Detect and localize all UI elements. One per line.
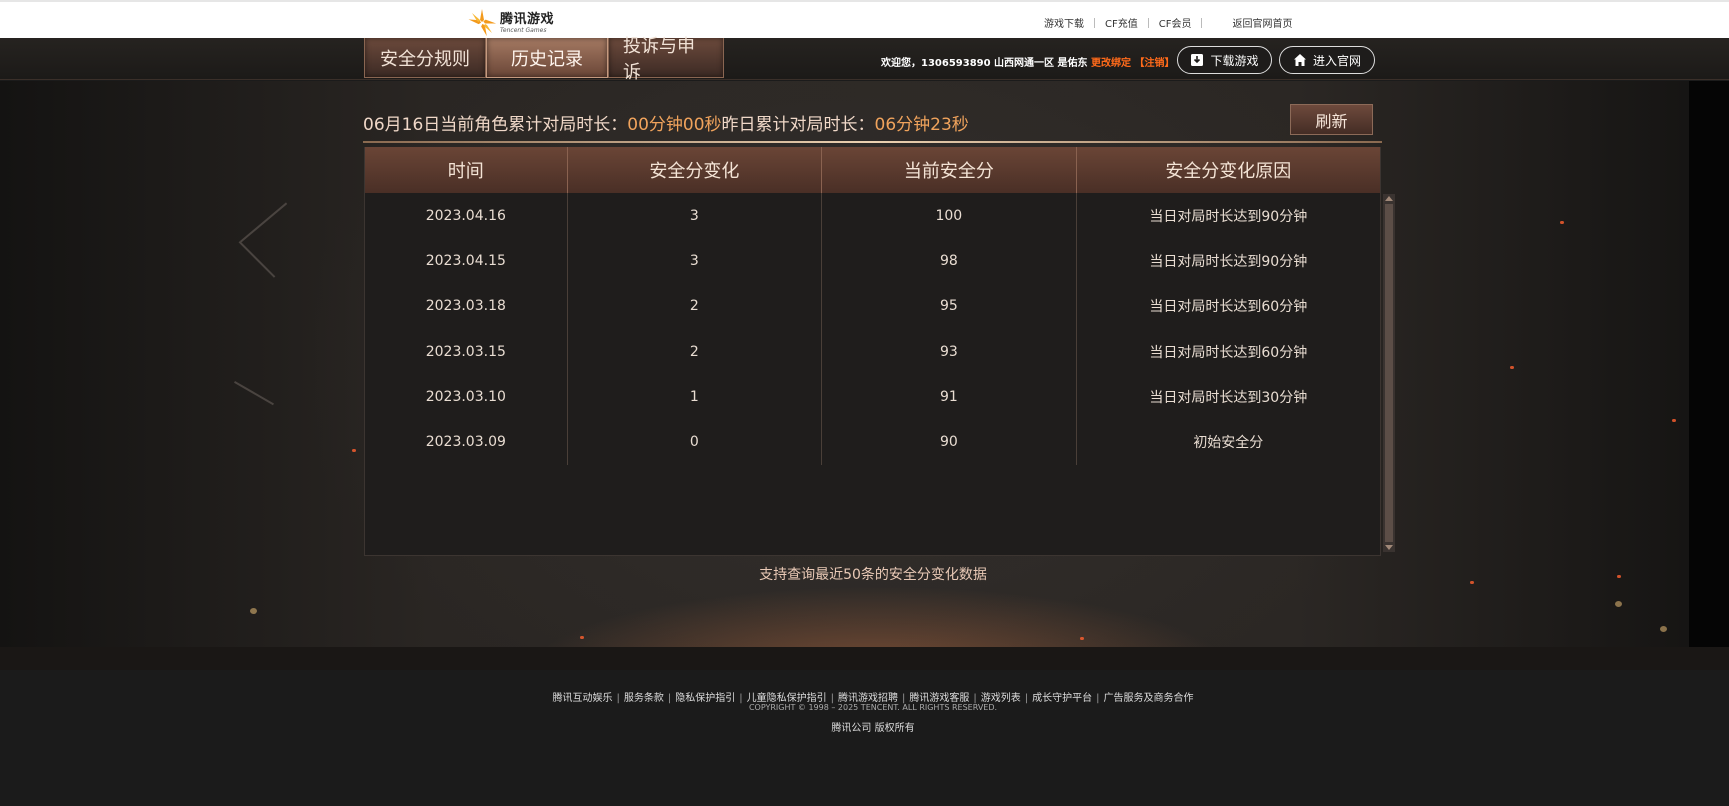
divider xyxy=(1147,17,1149,28)
cell-current-score: 98 xyxy=(822,238,1077,284)
tab-appeal[interactable]: 投诉与申诉 xyxy=(608,36,724,83)
cell-time: 2023.04.15 xyxy=(365,238,568,284)
yesterday-duration: 06分钟23秒 xyxy=(874,115,969,135)
scroll-down-arrow-icon[interactable] xyxy=(1385,545,1393,550)
table-row: 2023.04.15 3 98 当日对局时长达到90分钟 xyxy=(365,238,1380,284)
table-scrollbar[interactable] xyxy=(1383,194,1395,552)
nav-bar: 安全分规则 历史记录 投诉与申诉 欢迎您，1306593890 山西网通一区 是… xyxy=(0,36,1729,83)
tab-rules[interactable]: 安全分规则 xyxy=(364,38,486,78)
rights-reserved: 腾讯公司 版权所有 xyxy=(831,723,915,734)
table-row: 2023.03.15 2 93 当日对局时长达到60分钟 xyxy=(365,328,1380,375)
tab-bar: 安全分规则 历史记录 投诉与申诉 xyxy=(364,36,724,83)
cell-current-score: 100 xyxy=(822,193,1077,239)
user-info: 欢迎您，1306593890 山西网通一区 是佑东 更改绑定 【注销】 xyxy=(881,54,1175,69)
divider xyxy=(1094,17,1095,28)
download-game-button[interactable]: 下载游戏 xyxy=(1177,46,1272,74)
background-decoration xyxy=(240,202,288,243)
spark xyxy=(1560,221,1564,224)
cell-current-score: 95 xyxy=(822,283,1077,329)
download-icon xyxy=(1191,54,1204,66)
scroll-thumb[interactable] xyxy=(1385,204,1393,542)
logo-star-icon xyxy=(468,9,497,37)
divider-line xyxy=(363,141,1382,143)
refresh-button[interactable]: 刷新 xyxy=(1290,104,1373,135)
right-edge xyxy=(1689,81,1729,647)
spark xyxy=(1660,626,1667,632)
table-header: 时间 安全分变化 当前安全分 安全分变化原因 xyxy=(365,147,1380,193)
cell-score-change: 2 xyxy=(568,283,823,329)
welcome-text: 欢迎您，1306593890 山西网通一区 是佑东 xyxy=(881,58,1088,69)
background-decoration xyxy=(238,241,276,278)
cell-reason: 初始安全分 xyxy=(1193,435,1264,452)
header-time: 时间 xyxy=(365,147,568,193)
divider xyxy=(1201,17,1203,28)
header-current-score: 当前安全分 xyxy=(822,147,1077,193)
cell-time: 2023.03.09 xyxy=(365,419,568,465)
spark xyxy=(1672,419,1676,422)
top-link-recharge[interactable]: CF充值 xyxy=(1105,15,1138,30)
spark xyxy=(580,636,584,639)
today-label: 06月16日当前角色累计对局时长： xyxy=(363,115,628,135)
tab-history[interactable]: 历史记录 xyxy=(486,38,608,78)
history-table: 时间 安全分变化 当前安全分 安全分变化原因 2023.04.16 3 100 … xyxy=(364,147,1381,556)
cell-reason: 当日对局时长达到60分钟 xyxy=(1149,344,1308,361)
cell-time: 2023.03.18 xyxy=(365,283,568,329)
main-content: 06月16日当前角色累计对局时长：00分钟00秒昨日累计对局时长：06分钟23秒… xyxy=(0,81,1729,670)
spark xyxy=(352,449,356,452)
logo-text-en: Tencent Games xyxy=(500,26,547,34)
cell-reason: 当日对局时长达到90分钟 xyxy=(1149,208,1308,225)
cell-score-change: 3 xyxy=(568,238,823,284)
top-link-home[interactable]: 返回官网首页 xyxy=(1232,15,1292,30)
top-link-download[interactable]: 游戏下载 xyxy=(1044,15,1084,30)
table-body: 2023.04.16 3 100 当日对局时长达到90分钟 2023.04.15… xyxy=(365,193,1380,465)
top-links: 游戏下载 CF充值 CF会员 返回官网首页 xyxy=(1044,15,1292,30)
copyright: COPYRIGHT © 1998 – 2025 TENCENT. ALL RIG… xyxy=(748,703,998,712)
table-row: 2023.03.09 0 90 初始安全分 xyxy=(365,419,1380,465)
header-score-change: 安全分变化 xyxy=(568,147,823,193)
play-time-summary: 06月16日当前角色累计对局时长：00分钟00秒昨日累计对局时长：06分钟23秒 xyxy=(363,110,969,135)
spark xyxy=(1510,366,1514,369)
change-bind-link[interactable]: 更改绑定 xyxy=(1091,58,1131,69)
cell-reason: 当日对局时长达到60分钟 xyxy=(1149,299,1308,316)
cell-score-change: 1 xyxy=(568,374,823,420)
cell-current-score: 91 xyxy=(822,374,1077,420)
logo-text-cn: 腾讯游戏 xyxy=(500,11,555,27)
bottom-strip xyxy=(0,647,1729,670)
header-reason: 安全分变化原因 xyxy=(1165,161,1292,182)
cell-reason: 当日对局时长达到30分钟 xyxy=(1149,389,1308,406)
cell-reason: 当日对局时长达到90分钟 xyxy=(1149,253,1308,270)
top-link-member[interactable]: CF会员 xyxy=(1159,15,1192,30)
background-decoration xyxy=(234,381,274,406)
enter-website-label: 进入官网 xyxy=(1312,53,1361,68)
cell-score-change: 2 xyxy=(568,328,823,375)
cell-time: 2023.03.10 xyxy=(365,374,568,420)
table-row: 2023.04.16 3 100 当日对局时长达到90分钟 xyxy=(365,193,1380,239)
cell-score-change: 3 xyxy=(568,193,823,239)
cell-current-score: 90 xyxy=(822,419,1077,465)
spark xyxy=(1080,637,1084,640)
cell-time: 2023.03.15 xyxy=(365,328,568,375)
cell-time: 2023.04.16 xyxy=(365,193,568,239)
query-limit-note: 支持查询最近50条的安全分变化数据 xyxy=(759,567,987,583)
yesterday-label: 昨日累计对局时长： xyxy=(721,115,875,135)
scroll-up-arrow-icon[interactable] xyxy=(1385,196,1393,201)
logout-link[interactable]: 【注销】 xyxy=(1135,58,1175,69)
cell-score-change: 0 xyxy=(568,419,823,465)
download-game-label: 下载游戏 xyxy=(1210,53,1259,68)
footer: 腾讯互动娱乐 | 服务条款 | 隐私保护指引 | 儿童隐私保护指引 | 腾讯游戏招聘 | 腾讯游戏客… xyxy=(0,670,1729,806)
top-bar: 腾讯游戏 Tencent Games 游戏下载 CF充值 CF会员 返回官网首页 xyxy=(0,0,1729,38)
spark xyxy=(1615,601,1622,607)
tencent-games-logo[interactable]: 腾讯游戏 Tencent Games xyxy=(466,8,554,38)
footer-links: 腾讯互动娱乐 | 服务条款 | 隐私保护指引 | 儿童隐私保护指引 | 腾讯游戏招聘 | 腾讯游戏客… xyxy=(552,693,1194,704)
table-row: 2023.03.18 2 95 当日对局时长达到60分钟 xyxy=(365,283,1380,329)
cell-current-score: 93 xyxy=(822,328,1077,375)
table-row: 2023.03.10 1 91 当日对局时长达到30分钟 xyxy=(365,374,1380,420)
today-duration: 00分钟00秒 xyxy=(627,115,722,135)
spark xyxy=(250,608,257,614)
home-icon xyxy=(1293,54,1306,66)
enter-website-button[interactable]: 进入官网 xyxy=(1279,46,1375,74)
